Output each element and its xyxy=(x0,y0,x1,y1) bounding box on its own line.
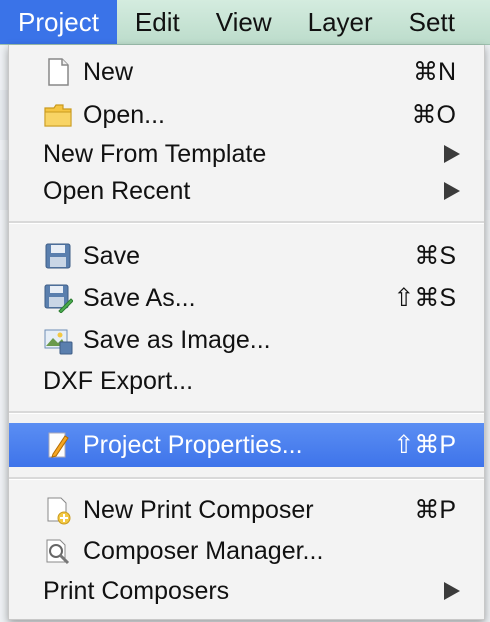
menu-item-label: Save As... xyxy=(83,283,196,312)
shortcut-label: ⌘P xyxy=(414,496,456,524)
menu-layer[interactable]: Layer xyxy=(290,0,391,44)
menu-project[interactable]: Project xyxy=(0,0,117,44)
submenu-arrow-icon xyxy=(444,182,460,200)
menu-item-new-from-template[interactable]: New From Template xyxy=(9,135,484,173)
menu-item-label: DXF Export... xyxy=(43,366,194,395)
submenu-arrow-icon xyxy=(444,582,460,600)
menu-item-label: Composer Manager... xyxy=(83,536,324,565)
menu-item-label: New From Template xyxy=(43,139,267,168)
save-image-icon xyxy=(43,325,73,355)
menu-edit[interactable]: Edit xyxy=(117,0,198,44)
menu-item-label: Open... xyxy=(83,100,165,129)
shortcut-label: ⇧⌘P xyxy=(393,431,456,459)
menu-item-save[interactable]: Save ⌘S xyxy=(9,237,484,275)
menu-item-open[interactable]: Open... ⌘O xyxy=(9,96,484,134)
menu-item-label: Save as Image... xyxy=(83,325,271,354)
menu-item-label: New xyxy=(83,57,134,86)
save-icon xyxy=(43,241,73,271)
shortcut-label: ⌘N xyxy=(412,58,456,86)
project-menu-dropdown: New ⌘N Open... ⌘O New From Template Open… xyxy=(8,45,485,620)
menu-item-label: Print Composers xyxy=(43,576,230,605)
menu-item-print-composers[interactable]: Print Composers xyxy=(9,572,484,610)
shortcut-label: ⌘S xyxy=(414,242,456,270)
save-as-icon xyxy=(43,283,74,314)
menu-bar: Project Edit View Layer Sett xyxy=(0,0,490,45)
menu-item-label: New Print Composer xyxy=(83,495,314,524)
menu-item-label: Save xyxy=(83,241,140,270)
shortcut-label: ⌘O xyxy=(411,101,456,129)
menu-separator xyxy=(9,411,484,414)
menu-item-dxf-export[interactable]: DXF Export... xyxy=(9,362,484,400)
menu-item-project-properties[interactable]: Project Properties... ⇧⌘P xyxy=(9,423,484,467)
menu-separator xyxy=(9,221,484,224)
menu-item-open-recent[interactable]: Open Recent xyxy=(9,172,484,210)
folder-icon xyxy=(43,100,73,130)
menu-item-save-as-image[interactable]: Save as Image... xyxy=(9,321,484,359)
pencil-icon xyxy=(43,430,73,460)
shortcut-label: ⇧⌘S xyxy=(393,284,456,312)
menu-item-composer-manager[interactable]: Composer Manager... xyxy=(9,532,484,570)
new-composer-icon xyxy=(43,495,73,525)
menu-item-new[interactable]: New ⌘N xyxy=(9,53,484,91)
menu-settings[interactable]: Sett xyxy=(391,0,473,44)
submenu-arrow-icon xyxy=(444,145,460,163)
menu-item-save-as[interactable]: Save As... ⇧⌘S xyxy=(9,279,484,317)
menu-item-label: Project Properties... xyxy=(83,430,303,459)
composer-manager-icon xyxy=(43,536,73,566)
new-file-icon xyxy=(43,57,73,87)
menu-separator xyxy=(9,477,484,480)
menu-view[interactable]: View xyxy=(198,0,290,44)
menu-item-label: Open Recent xyxy=(43,176,191,205)
menu-item-new-print-composer[interactable]: New Print Composer ⌘P xyxy=(9,491,484,529)
